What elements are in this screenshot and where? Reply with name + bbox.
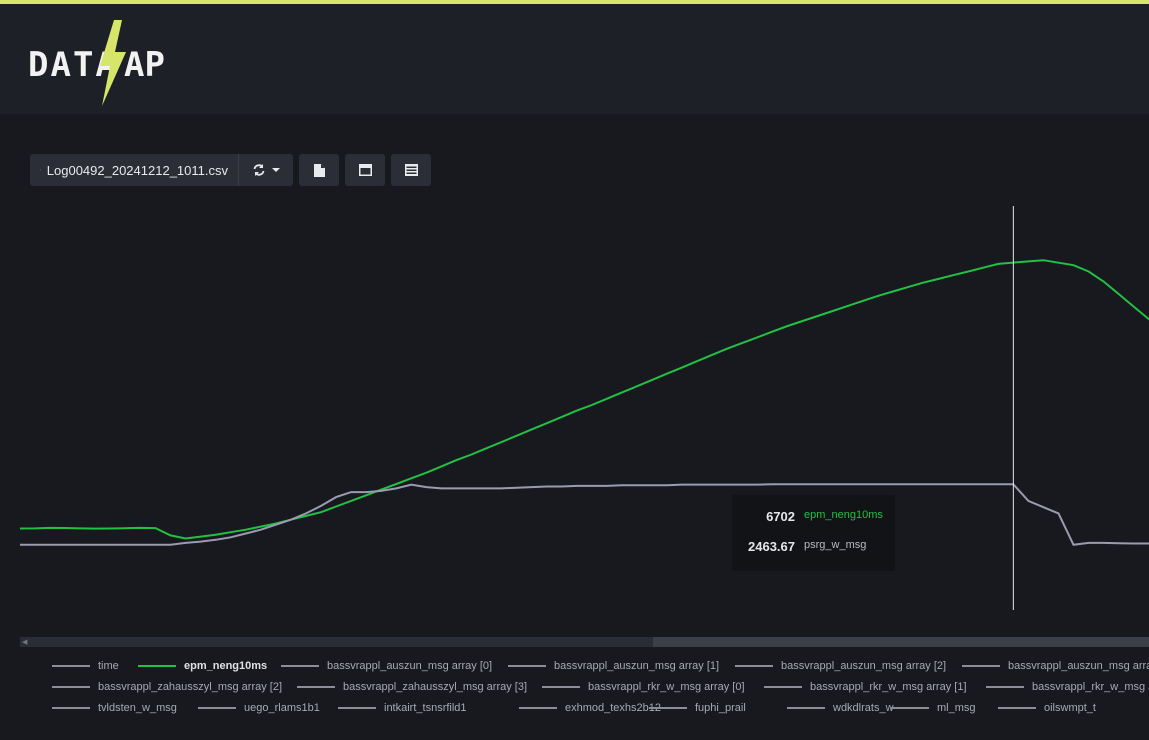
legend-item[interactable]: bassvrappl_auszun_msg array [3] [962, 660, 1149, 672]
sync-icon [253, 164, 264, 176]
legend-swatch [52, 665, 90, 667]
log-file-button[interactable]: Log00492_20241212_1011.csv [30, 154, 238, 186]
single-pane-button[interactable] [345, 154, 385, 186]
legend-swatch [735, 665, 773, 667]
legend-swatch [281, 665, 319, 667]
legend-item[interactable]: bassvrappl_rkr_w_msg array [2] [986, 681, 1149, 693]
legend-item[interactable]: bassvrappl_zahausszyl_msg array [3] [297, 681, 527, 693]
legend-swatch [891, 707, 929, 709]
svg-text:AP: AP [124, 45, 165, 85]
tooltip-series-name: epm_neng10ms [804, 509, 883, 521]
legend-label: bassvrappl_auszun_msg array [3] [1008, 660, 1149, 672]
legend-label: bassvrappl_auszun_msg array [2] [781, 660, 947, 672]
caret-down-icon [271, 168, 280, 172]
legend-label: bassvrappl_rkr_w_msg array [1] [810, 681, 967, 693]
legend-label: tvldsten_w_msg [98, 702, 177, 714]
external-link-icon [40, 169, 41, 171]
series-line-psrg_w_msg [20, 483, 1149, 546]
app-header: DATA AP [0, 4, 1149, 114]
legend-label: fuphi_prail [695, 702, 746, 714]
legend-item[interactable]: tvldsten_w_msg [52, 702, 177, 714]
legend-swatch [297, 686, 335, 688]
legend-item[interactable]: wdkdlrats_w [787, 702, 894, 714]
legend-item[interactable]: bassvrappl_auszun_msg array [1] [508, 660, 719, 672]
legend-swatch [998, 707, 1036, 709]
legend-swatch [508, 665, 546, 667]
file-icon [313, 163, 325, 177]
legend-swatch [198, 707, 236, 709]
legend-label: oilswmpt_t [1044, 702, 1096, 714]
legend-item[interactable]: oilswmpt_t [998, 702, 1096, 714]
legend-swatch [764, 686, 802, 688]
sync-dropdown-button[interactable] [238, 154, 293, 186]
legend-label: epm_neng10ms [184, 660, 268, 672]
legend-label: bassvrappl_rkr_w_msg array [0] [588, 681, 745, 693]
legend-label: bassvrappl_rkr_w_msg array [2] [1032, 681, 1149, 693]
legend-swatch [52, 707, 90, 709]
legend-label: bassvrappl_auszun_msg array [0] [327, 660, 493, 672]
scroll-left-icon[interactable]: ◀ [22, 638, 27, 646]
legend-item[interactable]: ml_msg [891, 702, 976, 714]
log-file-name: Log00492_20241212_1011.csv [46, 162, 228, 178]
legend-swatch [519, 707, 557, 709]
multi-pane-icon [404, 164, 418, 176]
legend-label: wdkdlrats_w [833, 702, 894, 714]
legend-item[interactable]: bassvrappl_rkr_w_msg array [1] [764, 681, 967, 693]
single-pane-icon [358, 164, 372, 176]
legend-swatch [138, 665, 176, 667]
legend-label: ml_msg [937, 702, 976, 714]
legend-item[interactable]: intkairt_tsnsrfild1 [338, 702, 467, 714]
legend-item[interactable]: exhmod_texhs2b12 [519, 702, 661, 714]
tooltip-row: 2463.67 psrg_w_msg [732, 539, 895, 559]
legend-item[interactable]: bassvrappl_auszun_msg array [2] [735, 660, 946, 672]
legend-item[interactable]: bassvrappl_zahausszyl_msg array [2] [52, 681, 282, 693]
log-chart[interactable] [20, 200, 1149, 620]
file-button[interactable] [299, 154, 339, 186]
legend-swatch [649, 707, 687, 709]
legend-label: time [98, 660, 119, 672]
series-line-epm_neng10ms [20, 259, 1149, 540]
legend-item[interactable]: epm_neng10ms [138, 660, 267, 672]
tooltip-value: 6702 [766, 509, 795, 524]
log-toolbar: Log00492_20241212_1011.csv [30, 154, 431, 186]
tooltip-series-name: psrg_w_msg [804, 539, 867, 551]
legend-swatch [52, 686, 90, 688]
cursor-tooltip: 6702 epm_neng10ms 2463.67 psrg_w_msg [732, 495, 895, 571]
legend-swatch [787, 707, 825, 709]
legend-swatch [542, 686, 580, 688]
scroll-thumb[interactable] [653, 637, 1149, 647]
bolt-icon [100, 20, 126, 106]
legend-label: intkairt_tsnsrfild1 [384, 702, 467, 714]
legend-item[interactable]: fuphi_prail [649, 702, 746, 714]
legend-swatch [986, 686, 1024, 688]
legend-item[interactable]: bassvrappl_auszun_msg array [0] [281, 660, 492, 672]
tooltip-row: 6702 epm_neng10ms [732, 509, 895, 529]
tooltip-value: 2463.67 [748, 539, 795, 554]
datazap-logo[interactable]: DATA AP [28, 18, 168, 110]
legend-swatch [962, 665, 1000, 667]
legend-label: bassvrappl_auszun_msg array [1] [554, 660, 720, 672]
legend-swatch [338, 707, 376, 709]
legend-label: bassvrappl_zahausszyl_msg array [3] [343, 681, 528, 693]
chart-scrollbar[interactable]: ◀ [20, 637, 1149, 647]
legend-item[interactable]: uego_rlams1b1 [198, 702, 320, 714]
logo-graphic: DATA AP [28, 20, 165, 106]
legend-label: uego_rlams1b1 [244, 702, 320, 714]
legend-label: bassvrappl_zahausszyl_msg array [2] [98, 681, 283, 693]
legend-item[interactable]: time [52, 660, 119, 672]
legend-item[interactable]: bassvrappl_rkr_w_msg array [0] [542, 681, 745, 693]
multi-pane-button[interactable] [391, 154, 431, 186]
legend-label: exhmod_texhs2b12 [565, 702, 662, 714]
